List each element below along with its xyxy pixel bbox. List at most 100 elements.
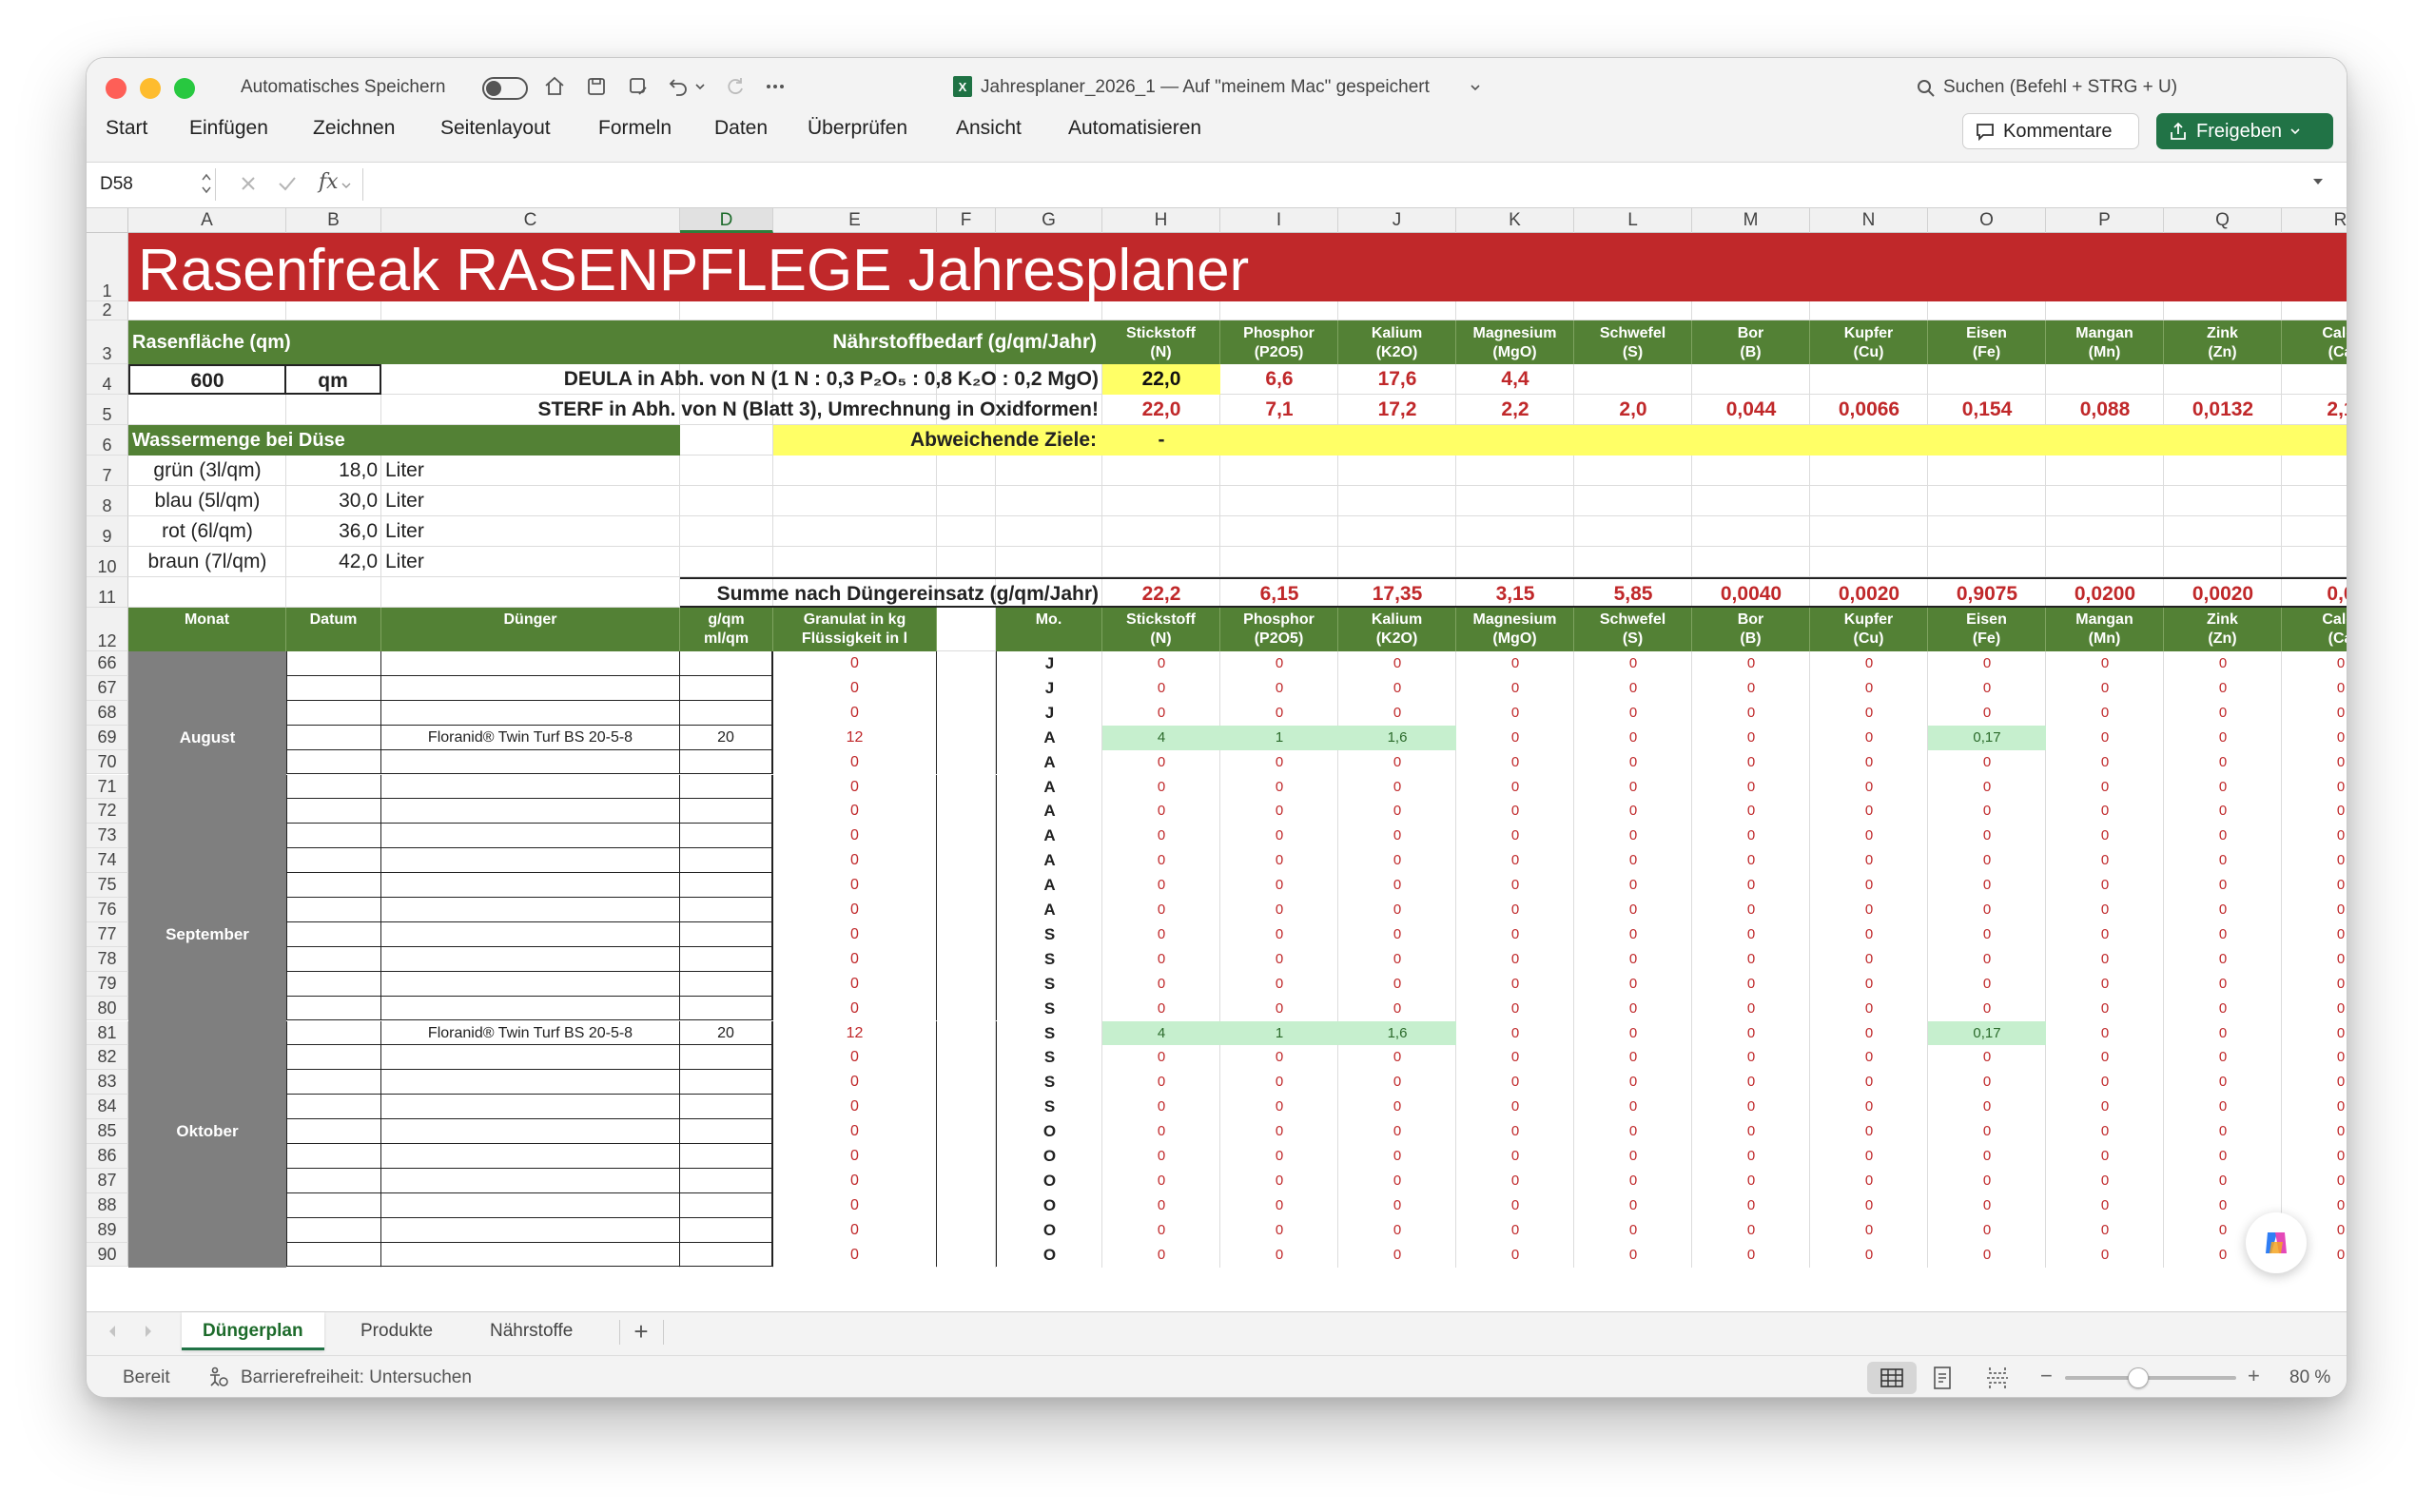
nutrient-value-cell[interactable]: 0: [1456, 873, 1574, 898]
date-cell[interactable]: [286, 1144, 381, 1169]
fertilizer-cell[interactable]: [381, 873, 680, 898]
month-code-cell[interactable]: O: [996, 1217, 1102, 1243]
month-code-cell[interactable]: S: [996, 1020, 1102, 1046]
nutrient-value-cell[interactable]: 0: [1928, 947, 2046, 972]
nutrient-value-cell[interactable]: 0: [2046, 1193, 2164, 1218]
dose-cell[interactable]: [680, 848, 773, 874]
nutrient-value-cell[interactable]: 0: [1692, 947, 1810, 972]
nutrient-value-cell[interactable]: 0: [1102, 1144, 1220, 1169]
nutrient-value-cell[interactable]: 0: [2164, 750, 2282, 775]
row-header-82[interactable]: 82: [87, 1045, 128, 1071]
nutrient-value-cell[interactable]: 0: [1574, 1193, 1692, 1218]
row-header-86[interactable]: 86: [87, 1144, 128, 1169]
nutrient-value-cell[interactable]: 0: [1692, 873, 1810, 898]
row-header-7[interactable]: 7: [87, 456, 128, 486]
nutrient-value-cell[interactable]: 0: [2046, 1243, 2164, 1268]
column-header-o[interactable]: O: [1928, 208, 2046, 233]
nutrient-value-cell[interactable]: 0: [1456, 750, 1574, 775]
redo-icon[interactable]: [720, 71, 750, 102]
nutrient-value-cell[interactable]: 0: [1928, 1045, 2046, 1070]
nutrient-value-cell[interactable]: 0: [1810, 799, 1928, 824]
nutrient-value-cell[interactable]: 0: [2282, 750, 2347, 775]
water-unit-1[interactable]: Liter: [381, 456, 680, 486]
nutrient-value-cell[interactable]: 0: [2046, 1070, 2164, 1095]
nutrient-value-cell[interactable]: 0: [1102, 1218, 1220, 1243]
nutrient-value-cell[interactable]: 0: [1574, 1169, 1692, 1193]
water-unit-2[interactable]: Liter: [381, 486, 680, 516]
nutrient-value-cell[interactable]: 0: [1810, 775, 1928, 800]
nutrient-header-4[interactable]: Magnesium (MgO): [1456, 320, 1574, 364]
nutrient-value-cell[interactable]: 0: [2046, 676, 2164, 701]
month-label[interactable]: August: [128, 726, 286, 750]
nutrient-value-cell[interactable]: 0: [1220, 1095, 1338, 1119]
sum-value-9[interactable]: 0,0200: [2046, 577, 2164, 608]
granulate-cell[interactable]: 0: [773, 848, 937, 874]
granulate-cell[interactable]: 0: [773, 1168, 937, 1193]
nutrient-value-cell[interactable]: 0: [1338, 1144, 1456, 1169]
date-cell[interactable]: [286, 873, 381, 898]
nutrient-value-cell[interactable]: 0: [1338, 1243, 1456, 1268]
menu-start[interactable]: Start: [106, 117, 147, 140]
nutrient-value-cell[interactable]: 0: [2164, 1119, 2282, 1144]
nutrient-value-cell[interactable]: 0: [1692, 799, 1810, 824]
nutrient-value-cell[interactable]: 0: [2282, 726, 2347, 750]
nutrient-value-cell[interactable]: 0: [1692, 922, 1810, 947]
nutrient-value-cell[interactable]: 0: [1692, 701, 1810, 726]
nutrient-value-cell[interactable]: 0: [2282, 947, 2347, 972]
nutrient-value-cell[interactable]: 0: [1928, 997, 2046, 1021]
nutrient-value-cell[interactable]: 0: [2282, 1045, 2347, 1070]
nutrient-value-cell[interactable]: 0: [2282, 1095, 2347, 1119]
column-header-k[interactable]: K: [1456, 208, 1574, 233]
water-value-1[interactable]: 18,0: [286, 456, 381, 486]
formula-input[interactable]: [362, 168, 2303, 201]
row-header-68[interactable]: 68: [87, 700, 128, 726]
nutrient-value-cell[interactable]: 0: [1928, 1193, 2046, 1218]
nutrient-value-cell[interactable]: 0: [1810, 1070, 1928, 1095]
row-header-70[interactable]: 70: [87, 749, 128, 775]
nutrient-value-cell[interactable]: 0: [1692, 651, 1810, 676]
nutrient-value-cell[interactable]: 0: [1810, 1243, 1928, 1268]
nutrient-value-cell[interactable]: 0: [1928, 922, 2046, 947]
zoom-level[interactable]: 80 %: [2289, 1367, 2330, 1388]
header-duenger[interactable]: Dünger: [381, 608, 680, 651]
nutrient-value-cell[interactable]: 0: [1220, 922, 1338, 947]
nutrient-value-cell[interactable]: 0: [1220, 1169, 1338, 1193]
row-header-74[interactable]: 74: [87, 848, 128, 874]
nutrient-value-cell[interactable]: 0: [1574, 1144, 1692, 1169]
nutrient-value-cell[interactable]: 0: [1102, 1045, 1220, 1070]
nutrient-value-cell[interactable]: 0: [2164, 873, 2282, 898]
granulate-cell[interactable]: 0: [773, 749, 937, 775]
water-value-3[interactable]: 36,0: [286, 516, 381, 547]
row-header-85[interactable]: 85: [87, 1119, 128, 1144]
nutrient-value-cell[interactable]: 1,6: [1338, 725, 1456, 750]
nutrient-value-cell[interactable]: 0: [1102, 1095, 1220, 1119]
nutrient-value-cell[interactable]: 0: [1338, 848, 1456, 873]
nutrient-value-cell[interactable]: 0: [1456, 1169, 1574, 1193]
table-header-9[interactable]: Mangan (Mn): [2046, 608, 2164, 651]
month-code-cell[interactable]: A: [996, 824, 1102, 849]
row-header-11[interactable]: 11: [87, 577, 128, 608]
deviating-goals-label[interactable]: Abweichende Ziele:: [773, 425, 1102, 456]
water-value-4[interactable]: 42,0: [286, 547, 381, 577]
granulate-cell[interactable]: 0: [773, 921, 937, 947]
granulate-cell[interactable]: 0: [773, 971, 937, 997]
month-code-cell[interactable]: J: [996, 675, 1102, 701]
dose-cell[interactable]: [680, 700, 773, 726]
nutrient-value-cell[interactable]: 1,6: [1338, 1020, 1456, 1046]
nutrient-value-cell[interactable]: 0: [1574, 1095, 1692, 1119]
sum-value-4[interactable]: 3,15: [1456, 577, 1574, 608]
dose-cell[interactable]: [680, 749, 773, 775]
nutrient-value-cell[interactable]: 0: [2164, 1045, 2282, 1070]
nutrient-value-cell[interactable]: 0: [1810, 1169, 1928, 1193]
row-header-78[interactable]: 78: [87, 946, 128, 972]
sterf-value-9[interactable]: 0,088: [2046, 395, 2164, 425]
column-header-j[interactable]: J: [1338, 208, 1456, 233]
month-code-cell[interactable]: O: [996, 1192, 1102, 1218]
nutrient-value-cell[interactable]: 0: [1338, 922, 1456, 947]
fertilizer-cell[interactable]: Floranid® Twin Turf BS 20-5-8: [381, 725, 680, 750]
enter-check-icon[interactable]: [277, 174, 298, 198]
fertilizer-cell[interactable]: [381, 921, 680, 947]
home-icon[interactable]: [539, 71, 570, 102]
nutrient-value-cell[interactable]: 0: [1574, 947, 1692, 972]
nutrient-value-cell[interactable]: 0: [2046, 997, 2164, 1021]
